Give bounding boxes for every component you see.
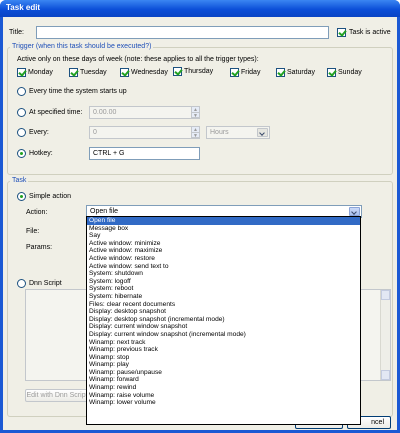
action-option[interactable]: Winamp: previous track: [87, 346, 360, 354]
action-option[interactable]: Winamp: play: [87, 361, 360, 369]
spin-down-icon[interactable]: ▼: [192, 113, 199, 118]
thursday-label: Thursday: [184, 68, 214, 75]
hotkey-label: Hotkey:: [29, 150, 53, 157]
action-option[interactable]: Winamp: stop: [87, 354, 360, 362]
action-option[interactable]: Files: clear recent documents: [87, 301, 360, 309]
specified-time-label: At specified time:: [29, 109, 83, 116]
saturday-label: Saturday: [287, 69, 316, 76]
action-option[interactable]: Display: desktop snapshot: [87, 308, 360, 316]
every-spinner[interactable]: ▲ ▼: [191, 127, 199, 138]
action-dropdown-list[interactable]: Open file Message box Say Active window: mi…: [86, 216, 361, 425]
task-legend: Task: [10, 177, 29, 184]
action-option[interactable]: Display: desktop snapshot (incremental m…: [87, 316, 360, 324]
simple-action-radio[interactable]: [17, 192, 26, 201]
action-option[interactable]: System: shutdown: [87, 270, 360, 278]
action-option[interactable]: Winamp: forward: [87, 376, 360, 384]
thursday-checkbox[interactable]: [173, 67, 182, 76]
action-option[interactable]: System: reboot: [87, 285, 360, 293]
action-option[interactable]: Winamp: raise volume: [87, 392, 360, 400]
scroll-up-icon[interactable]: [381, 290, 390, 300]
friday-label: Friday: [241, 69, 261, 76]
saturday-checkbox[interactable]: [276, 68, 285, 77]
wednesday-checkbox[interactable]: [120, 68, 129, 77]
action-value: Open file: [90, 208, 119, 215]
params-label: Params:: [26, 244, 53, 251]
chevron-down-icon[interactable]: [349, 207, 360, 216]
action-option[interactable]: Display: current window snapshot: [87, 323, 360, 331]
action-option[interactable]: Message box: [87, 225, 360, 233]
title-label: Title:: [9, 29, 24, 36]
time-spinner[interactable]: ▲ ▼: [191, 107, 199, 118]
action-option[interactable]: System: hibernate: [87, 293, 360, 301]
task-active-checkbox[interactable]: [337, 28, 346, 37]
simple-action-label: Simple action: [29, 193, 72, 200]
sunday-label: Sunday: [338, 69, 362, 76]
specified-time-radio[interactable]: [17, 108, 26, 117]
days-caption: Active only on these days of week (note:…: [17, 56, 259, 63]
edit-dnn-script-button[interactable]: Edit with Dnn Script: [25, 389, 89, 402]
dnn-script-radio[interactable]: [17, 279, 26, 288]
scroll-down-icon[interactable]: [381, 370, 390, 380]
title-input[interactable]: [36, 26, 329, 39]
spin-up-icon[interactable]: ▲: [192, 127, 199, 133]
spin-up-icon[interactable]: ▲: [192, 107, 199, 113]
every-radio[interactable]: [17, 128, 26, 137]
action-option[interactable]: Active window: maximize: [87, 247, 360, 255]
task-edit-window: Task edit Title: Task is active Trigger …: [0, 0, 400, 433]
hotkey-radio[interactable]: [17, 149, 26, 158]
action-option[interactable]: Winamp: rewind: [87, 384, 360, 392]
friday-checkbox[interactable]: [230, 68, 239, 77]
specified-time-input[interactable]: 0.00.00: [89, 106, 200, 119]
script-scrollbar[interactable]: [380, 290, 390, 380]
action-option[interactable]: Display: current window snapshot (increm…: [87, 331, 360, 339]
every-input[interactable]: 0: [89, 126, 200, 139]
action-option[interactable]: Active window: minimize: [87, 240, 360, 248]
action-option[interactable]: Winamp: pause/unpause: [87, 369, 360, 377]
action-option[interactable]: Open file: [87, 217, 360, 225]
monday-checkbox[interactable]: [17, 68, 26, 77]
title-bar[interactable]: Task edit: [0, 0, 400, 17]
chevron-down-icon[interactable]: [257, 128, 268, 137]
action-option[interactable]: Winamp: lower volume: [87, 399, 360, 407]
trigger-legend: Trigger (when this task should be execut…: [10, 43, 154, 50]
dnn-script-label: Dnn Script: [29, 280, 62, 287]
action-option[interactable]: Winamp: next track: [87, 339, 360, 347]
action-option[interactable]: Active window: restore: [87, 255, 360, 263]
action-option[interactable]: Active window: send text to: [87, 263, 360, 271]
spin-down-icon[interactable]: ▼: [192, 133, 199, 138]
every-unit-value: Hours: [210, 129, 229, 136]
action-option[interactable]: System: logoff: [87, 278, 360, 286]
tuesday-label: Tuesday: [80, 69, 107, 76]
action-option[interactable]: Say: [87, 232, 360, 240]
action-label: Action:: [26, 209, 48, 216]
every-label: Every:: [29, 129, 49, 136]
wednesday-label: Wednesday: [131, 69, 168, 76]
every-unit-select[interactable]: Hours: [206, 126, 270, 139]
window-title: Task edit: [6, 3, 41, 12]
file-label: File:: [26, 228, 40, 235]
startup-radio[interactable]: [17, 87, 26, 96]
monday-label: Monday: [28, 69, 53, 76]
task-active-label: Task is active: [349, 29, 391, 36]
sunday-checkbox[interactable]: [327, 68, 336, 77]
tuesday-checkbox[interactable]: [69, 68, 78, 77]
startup-label: Every time the system starts up: [29, 88, 127, 95]
hotkey-input[interactable]: CTRL + G: [89, 147, 200, 160]
